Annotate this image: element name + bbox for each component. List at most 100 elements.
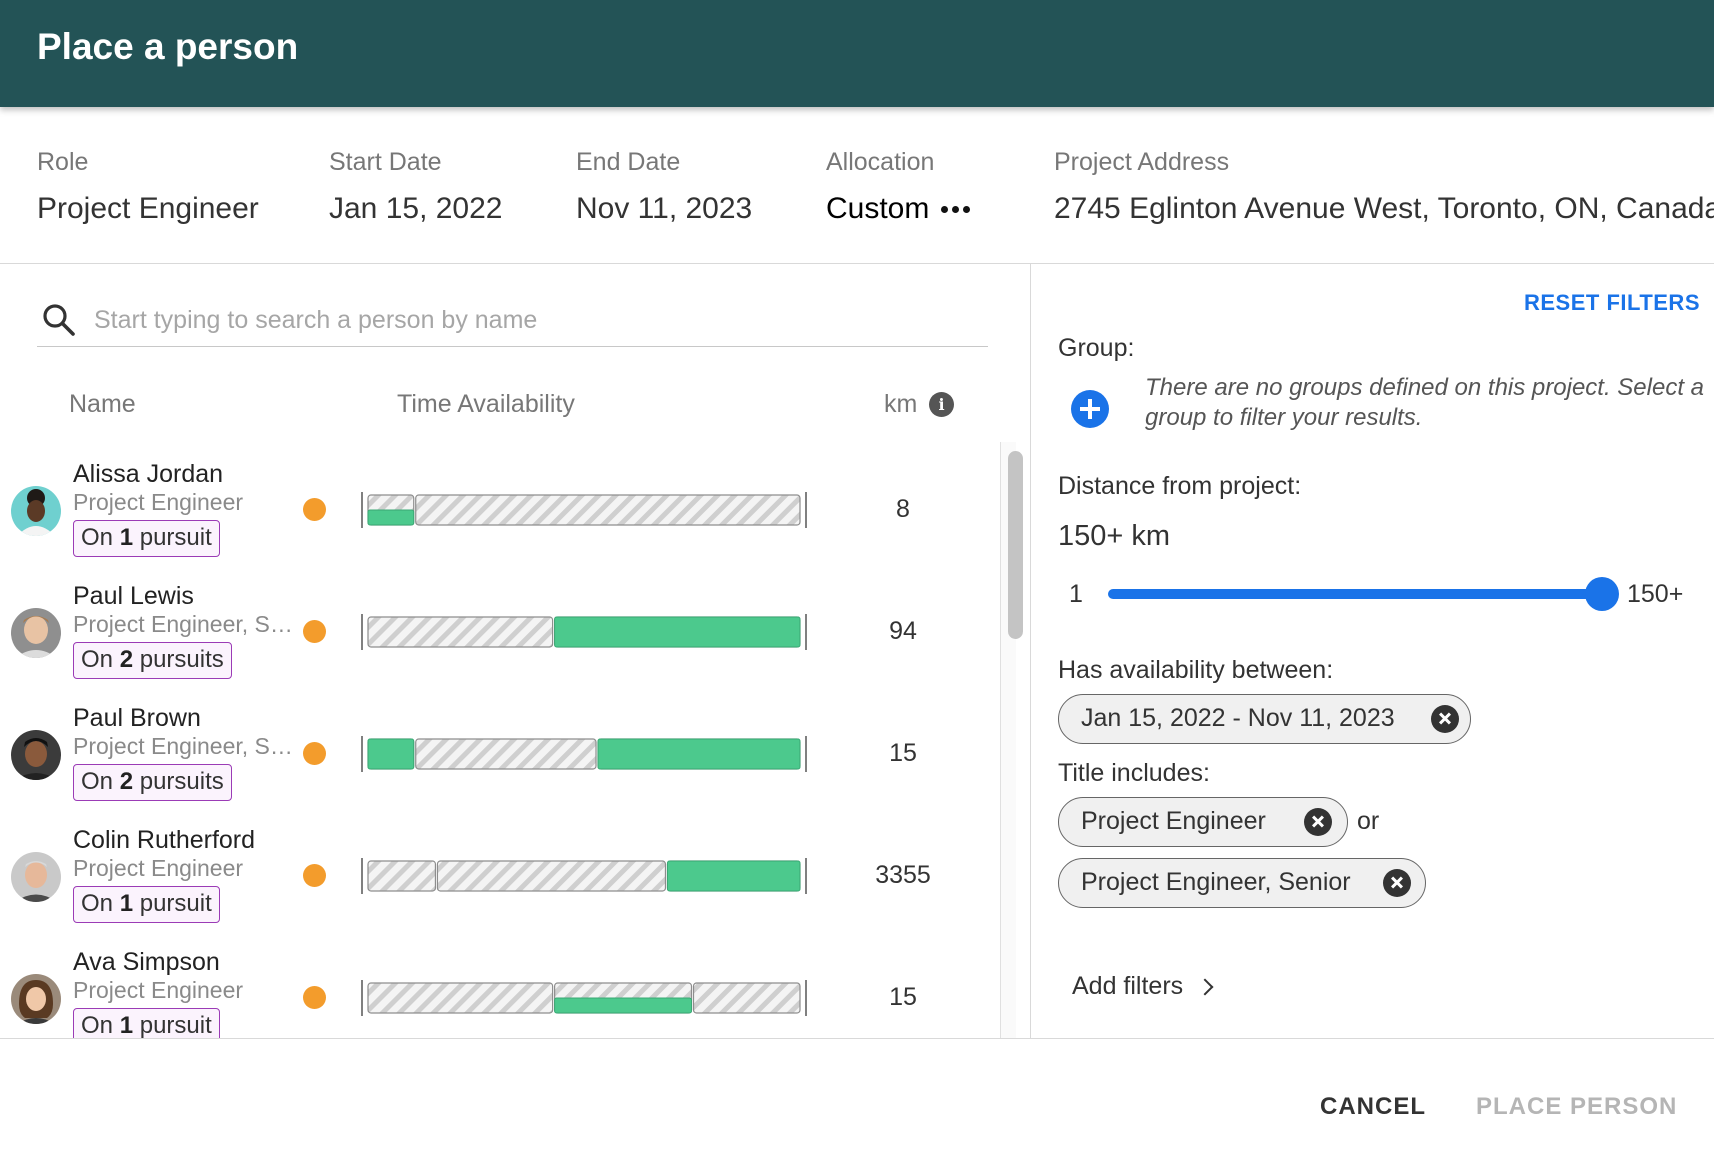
- allocation-dropdown[interactable]: Custom: [826, 192, 971, 226]
- title-chip-label: Project Engineer: [1081, 807, 1266, 835]
- project-address-label: Project Address: [1054, 148, 1230, 176]
- search-input[interactable]: [94, 302, 974, 338]
- title-chip[interactable]: Project Engineer: [1058, 797, 1348, 847]
- person-name: Paul Brown: [73, 704, 201, 732]
- people-list: Alissa Jordan Project Engineer On 1 purs…: [0, 442, 1000, 1038]
- pursuit-badge[interactable]: On 2 pursuits: [73, 642, 232, 679]
- column-header-km[interactable]: km: [884, 390, 917, 419]
- title-chip[interactable]: Project Engineer, Senior: [1058, 858, 1426, 908]
- person-row[interactable]: Alissa Jordan Project Engineer On 1 purs…: [0, 442, 1000, 564]
- distance-value: 150+ km: [1058, 520, 1171, 552]
- availability-timeline: [361, 614, 807, 650]
- distance-km: 15: [889, 739, 917, 767]
- title-filter-label: Title includes:: [1058, 759, 1210, 787]
- pursuit-badge[interactable]: On 1 pursuit: [73, 1008, 220, 1038]
- pursuit-badge[interactable]: On 2 pursuits: [73, 764, 232, 801]
- distance-km: 94: [889, 617, 917, 645]
- role-label: Role: [37, 148, 89, 176]
- remove-chip-icon[interactable]: [1431, 705, 1459, 733]
- add-group-icon[interactable]: [1071, 390, 1109, 428]
- person-row[interactable]: Ava Simpson Project Engineer On 1 pursui…: [0, 930, 1000, 1038]
- place-person-button[interactable]: PLACE PERSON: [1476, 1093, 1677, 1121]
- person-title: Project Engineer: [73, 977, 244, 1003]
- add-filters-button[interactable]: Add filters: [1072, 972, 1214, 1001]
- avatar: [11, 730, 61, 780]
- avatar: [11, 608, 61, 658]
- more-options-icon[interactable]: [941, 205, 971, 213]
- timeline-segment: [367, 860, 437, 892]
- distance-km: 8: [896, 495, 910, 523]
- pursuit-suffix: pursuit: [139, 890, 212, 917]
- slider-min-label: 1: [1069, 580, 1083, 608]
- start-date-value: Jan 15, 2022: [329, 192, 503, 225]
- slider-max-label: 150+: [1627, 580, 1684, 608]
- availability-timeline: [361, 980, 807, 1016]
- info-icon[interactable]: i: [929, 392, 954, 417]
- project-address-value: 2745 Eglinton Avenue West, Toronto, ON, …: [1054, 192, 1714, 225]
- person-row[interactable]: Paul Brown Project Engineer, Senior On 2…: [0, 686, 1000, 808]
- person-title: Project Engineer: [73, 489, 244, 515]
- column-header-name[interactable]: Name: [69, 390, 136, 419]
- availability-filter-label: Has availability between:: [1058, 656, 1334, 684]
- avatar: [11, 486, 61, 536]
- panel-divider: [1030, 264, 1031, 1038]
- pursuit-suffix: pursuit: [139, 524, 212, 551]
- pursuit-badge[interactable]: On 1 pursuit: [73, 886, 220, 923]
- start-date-field: Start Date Jan 15, 2022: [329, 148, 502, 226]
- avatar: [11, 974, 61, 1024]
- pursuit-badge[interactable]: On 1 pursuit: [73, 520, 220, 557]
- start-date-label: Start Date: [329, 148, 442, 176]
- reset-filters-button[interactable]: RESET FILTERS: [1524, 290, 1700, 316]
- person-title: Project Engineer: [73, 855, 244, 881]
- cancel-button[interactable]: CANCEL: [1320, 1093, 1426, 1121]
- status-dot: [303, 986, 326, 1009]
- timeline-segment: [367, 982, 554, 1014]
- timeline-available-fill: [367, 738, 415, 770]
- remove-chip-icon[interactable]: [1383, 869, 1411, 897]
- person-name: Paul Lewis: [73, 582, 194, 610]
- person-row[interactable]: Colin Rutherford Project Engineer On 1 p…: [0, 808, 1000, 930]
- person-name: Colin Rutherford: [73, 826, 256, 854]
- pursuit-count: 1: [119, 890, 134, 917]
- pursuit-prefix: On: [81, 1012, 114, 1038]
- allocation-label: Allocation: [826, 148, 935, 176]
- allocation-value: Custom: [826, 192, 930, 225]
- or-label: or: [1357, 807, 1380, 835]
- dialog-title: Place a person: [37, 26, 299, 67]
- status-dot: [303, 620, 326, 643]
- availability-chip[interactable]: Jan 15, 2022 - Nov 11, 2023: [1058, 694, 1471, 744]
- search-icon: [43, 304, 75, 336]
- availability-timeline: [361, 858, 807, 894]
- project-address-field: Project Address 2745 Eglinton Avenue Wes…: [1054, 148, 1714, 226]
- pursuit-count: 2: [119, 768, 134, 795]
- list-scrollbar-thumb[interactable]: [1008, 451, 1023, 639]
- distance-slider-handle[interactable]: [1585, 577, 1619, 611]
- pursuit-count: 1: [119, 524, 134, 551]
- group-filter-label: Group:: [1058, 334, 1135, 362]
- person-row[interactable]: Paul Lewis Project Engineer, Senior On 2…: [0, 564, 1000, 686]
- pursuit-prefix: On: [81, 890, 114, 917]
- person-search: [37, 292, 988, 347]
- timeline-available-fill: [666, 860, 801, 892]
- avatar: [11, 852, 61, 902]
- timeline-available-fill: [554, 997, 692, 1014]
- distance-slider-track[interactable]: [1108, 589, 1601, 599]
- chevron-right-icon: [1196, 978, 1214, 995]
- add-filters-label: Add filters: [1072, 972, 1184, 1000]
- column-header-availability[interactable]: Time Availability: [397, 390, 575, 419]
- timeline-available-fill: [597, 738, 801, 770]
- pursuit-suffix: pursuits: [139, 768, 224, 795]
- timeline-segment: [692, 982, 801, 1014]
- status-dot: [303, 498, 326, 521]
- allocation-field: Allocation Custom: [826, 148, 971, 226]
- placement-summary: Role Project Engineer Start Date Jan 15,…: [0, 107, 1714, 264]
- status-dot: [303, 742, 326, 765]
- end-date-label: End Date: [576, 148, 681, 176]
- distance-filter-label: Distance from project:: [1058, 472, 1302, 500]
- timeline-segment: [415, 494, 801, 526]
- timeline-segment: [367, 616, 554, 648]
- availability-timeline: [361, 492, 807, 528]
- remove-chip-icon[interactable]: [1304, 808, 1332, 836]
- footer-divider: [0, 1038, 1714, 1039]
- end-date-value: Nov 11, 2023: [576, 192, 753, 225]
